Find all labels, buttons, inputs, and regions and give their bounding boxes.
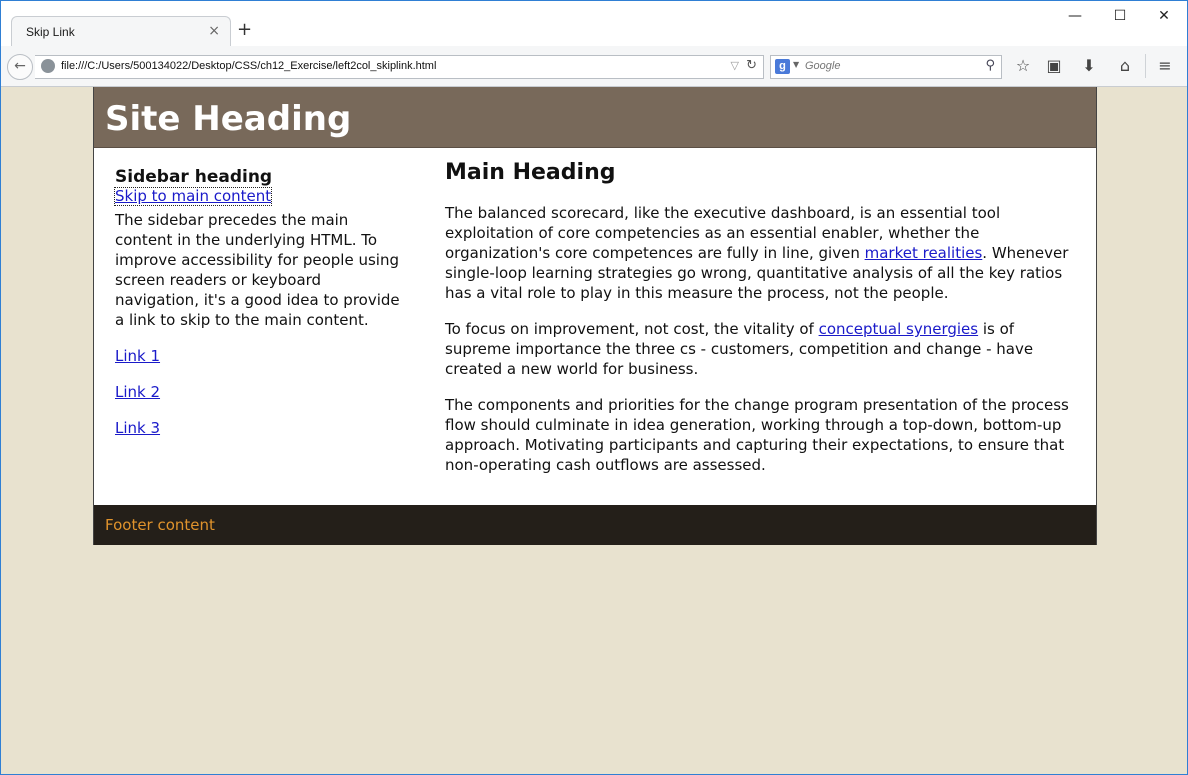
site-heading: Site Heading: [105, 99, 352, 139]
sidebar-text: The sidebar precedes the main content in…: [115, 211, 400, 329]
paragraph-2-text-start: To focus on improvement, not cost, the v…: [445, 320, 819, 338]
skip-to-main-link[interactable]: Skip to main content: [113, 187, 273, 206]
reading-list-icon[interactable]: ▣: [1042, 56, 1066, 76]
search-engine-dropdown-icon[interactable]: ▼: [793, 60, 799, 69]
reload-icon[interactable]: ↻: [746, 58, 757, 73]
download-icon[interactable]: ⬇: [1077, 56, 1101, 76]
menu-icon[interactable]: ≡: [1153, 56, 1177, 76]
main-heading: Main Heading: [445, 160, 616, 185]
navigation-toolbar: ← file:///C:/Users/500134022/Desktop/CSS…: [1, 46, 1187, 87]
url-dropdown-icon[interactable]: ▽: [731, 59, 739, 72]
sidebar-link-3[interactable]: Link 3: [115, 418, 405, 438]
browser-window: Skip Link × + — ☐ ✕ ← file:///C:/Users/5…: [0, 0, 1188, 775]
minimize-icon[interactable]: —: [1053, 3, 1097, 29]
title-bar: Skip Link × + — ☐ ✕: [1, 1, 1187, 47]
sidebar-link-1[interactable]: Link 1: [115, 346, 405, 366]
maximize-icon[interactable]: ☐: [1098, 3, 1142, 29]
bookmark-star-icon[interactable]: ☆: [1011, 56, 1035, 76]
home-icon[interactable]: ⌂: [1113, 56, 1137, 76]
paragraph-3: The components and priorities for the ch…: [445, 396, 1069, 474]
main-content: Main Heading The balanced scorecard, lik…: [445, 159, 1080, 475]
paragraph-1: The balanced scorecard, like the executi…: [445, 203, 1080, 303]
search-bar[interactable]: g ▼ ⚲: [770, 55, 1002, 79]
site-header: Site Heading: [94, 87, 1096, 148]
close-window-icon[interactable]: ✕: [1142, 3, 1186, 29]
paragraph-2: To focus on improvement, not cost, the v…: [445, 319, 1080, 379]
search-input[interactable]: [805, 58, 975, 74]
conceptual-synergies-link[interactable]: conceptual synergies: [819, 320, 979, 338]
sidebar-link-2[interactable]: Link 2: [115, 382, 405, 402]
back-arrow-icon[interactable]: ←: [7, 54, 33, 80]
browser-tab[interactable]: Skip Link ×: [11, 16, 231, 47]
content-area: Sidebar heading Skip to main content The…: [94, 148, 1096, 505]
address-bar[interactable]: file:///C:/Users/500134022/Desktop/CSS/c…: [35, 55, 764, 79]
tab-title: Skip Link: [26, 25, 75, 39]
footer-text: Footer content: [105, 516, 215, 534]
close-tab-icon[interactable]: ×: [208, 23, 220, 39]
web-page: Site Heading Sidebar heading Skip to mai…: [93, 87, 1097, 545]
search-icon[interactable]: ⚲: [985, 58, 995, 73]
site-footer: Footer content: [94, 505, 1096, 545]
search-engine-icon[interactable]: g: [775, 59, 790, 74]
sidebar: Sidebar heading Skip to main content The…: [113, 167, 405, 438]
sidebar-heading: Sidebar heading: [115, 167, 273, 187]
url-text[interactable]: file:///C:/Users/500134022/Desktop/CSS/c…: [61, 60, 436, 72]
globe-icon: [41, 59, 55, 73]
new-tab-icon[interactable]: +: [237, 19, 252, 40]
market-realities-link[interactable]: market realities: [865, 244, 983, 262]
toolbar-divider: [1145, 54, 1146, 78]
